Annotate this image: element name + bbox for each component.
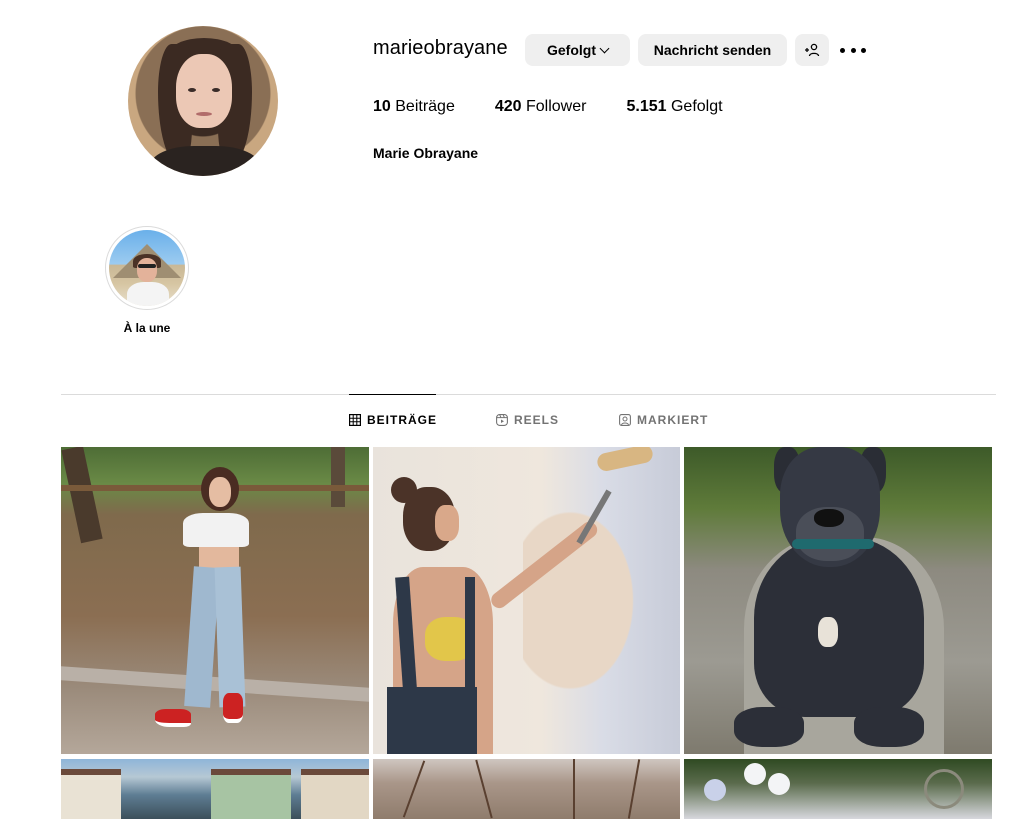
- profile-stats: 10 Beiträge 420 Follower 5.151 Gefolgt: [373, 98, 763, 116]
- add-user-icon: [805, 43, 820, 57]
- post-thumbnail[interactable]: [684, 759, 992, 819]
- active-tab-indicator: [349, 394, 436, 395]
- post-thumbnail[interactable]: [684, 447, 992, 754]
- post-thumbnail[interactable]: [61, 447, 369, 754]
- following-count[interactable]: 5.151 Gefolgt: [626, 98, 722, 116]
- highlight-cover: [109, 230, 185, 306]
- post-thumbnail[interactable]: [373, 759, 680, 819]
- story-highlight[interactable]: [105, 226, 189, 310]
- grid-icon: [349, 414, 361, 426]
- more-options-icon[interactable]: [840, 40, 866, 60]
- following-button[interactable]: Gefolgt: [525, 34, 630, 66]
- post-thumbnail[interactable]: [373, 447, 680, 754]
- tab-tagged-label: MARKIERT: [637, 413, 709, 427]
- profile-username: marieobrayane: [373, 37, 508, 59]
- reels-icon: [496, 414, 508, 426]
- profile-full-name: Marie Obrayane: [373, 145, 479, 161]
- followers-count[interactable]: 420 Follower: [495, 98, 587, 116]
- send-message-button[interactable]: Nachricht senden: [638, 34, 787, 66]
- following-button-label: Gefolgt: [547, 42, 596, 58]
- chevron-down-icon: [599, 43, 610, 53]
- send-message-label: Nachricht senden: [653, 42, 772, 58]
- posts-count: 10 Beiträge: [373, 98, 455, 115]
- tab-reels[interactable]: REELS: [496, 413, 559, 427]
- tab-tagged[interactable]: MARKIERT: [619, 413, 708, 427]
- profile-avatar[interactable]: [128, 26, 278, 176]
- tagged-icon: [619, 414, 631, 426]
- suggest-people-button[interactable]: [795, 34, 829, 66]
- tabs-divider: [61, 394, 996, 395]
- tab-reels-label: REELS: [514, 413, 560, 427]
- post-thumbnail[interactable]: [61, 759, 369, 819]
- tab-posts-label: BEITRÄGE: [367, 413, 438, 427]
- tab-posts[interactable]: BEITRÄGE: [349, 413, 437, 427]
- highlight-label[interactable]: À la une: [105, 321, 189, 335]
